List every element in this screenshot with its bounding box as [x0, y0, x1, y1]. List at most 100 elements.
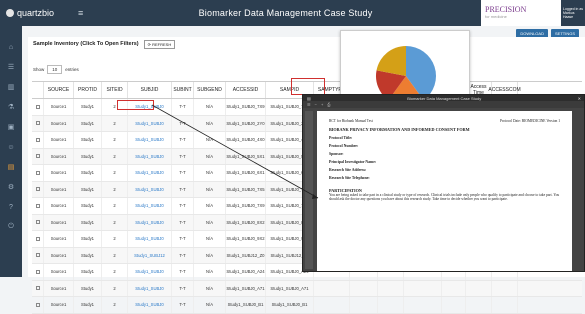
row-checkbox[interactable]	[35, 220, 40, 225]
column-header[interactable]: SUBINT	[172, 82, 194, 98]
cell-subjid[interactable]: Study1_SUBJ0	[128, 280, 172, 296]
select-all-header[interactable]	[32, 82, 44, 98]
row-checkbox[interactable]	[35, 253, 40, 258]
table-row[interactable]: Source1 Study1 2 Study1_SUBJ0 T-T N/A Study1_S…	[32, 280, 582, 297]
power-icon[interactable]: ⏻	[0, 220, 22, 234]
users-icon[interactable]: ☺	[0, 140, 22, 154]
cell-subjid[interactable]: Study1_SUBJ0	[128, 231, 172, 247]
table-row[interactable]: Source1 Study1 2 Study1_SUBJ0 T-T N/A Study1_S…	[32, 297, 582, 314]
viewer-title-bar: ▤ Biomarker Data Management Case Study ✕	[303, 95, 584, 101]
viewer-thumbnail-strip[interactable]	[305, 111, 313, 269]
cell-siteid: 2	[102, 297, 128, 313]
help-icon[interactable]: ?	[0, 200, 22, 214]
row-checkbox[interactable]	[35, 286, 40, 291]
cell-protid: Study1	[74, 198, 102, 214]
zoom-out-icon[interactable]: −	[315, 102, 317, 107]
user-info[interactable]: Logged in as Markus Haase	[561, 7, 585, 19]
cell-subjid[interactable]: Study1_SUBJ0	[128, 264, 172, 280]
cell-subjid[interactable]: Study1_SUBJ0	[128, 99, 172, 115]
cell-accessid: Study1_SUBJ0_7X9	[226, 198, 266, 214]
gear-icon[interactable]: ⚙	[0, 180, 22, 194]
cell-subjid[interactable]: Study1_SUBJ0	[128, 132, 172, 148]
column-header[interactable]: ACCESSID	[226, 82, 266, 98]
logo[interactable]: quartzbio	[0, 0, 70, 26]
cell-subgend: N/A	[194, 165, 226, 181]
chart-icon[interactable]: ▥	[0, 80, 22, 94]
cell-subint: T-T	[172, 214, 194, 230]
cell-siteid: 2	[102, 115, 128, 131]
row-select-cell	[32, 148, 44, 164]
row-checkbox[interactable]	[35, 121, 40, 126]
row-checkbox[interactable]	[35, 137, 40, 142]
logo-text: quartzbio	[17, 8, 55, 18]
column-header[interactable]: SUBJID	[128, 82, 172, 98]
print-icon[interactable]: ⎙	[327, 102, 330, 107]
cell-subint: T-T	[172, 132, 194, 148]
cell-subint: T-T	[172, 280, 194, 296]
column-header[interactable]: SITEID	[102, 82, 128, 98]
row-checkbox[interactable]	[35, 154, 40, 159]
doc-header: RCT for Biobank Manual Test Protocol Dat…	[329, 119, 560, 124]
cell-subjid[interactable]: Study1_SUBJ0	[128, 198, 172, 214]
doc-icon[interactable]: ▤	[0, 160, 22, 174]
cell-subgend: N/A	[194, 99, 226, 115]
panel-header: Sample Inventory (Click To Open Filters)…	[28, 37, 585, 51]
cell-source: Source1	[44, 247, 74, 263]
doc-field-label: Principal Investigator Name:	[329, 159, 377, 164]
row-checkbox[interactable]	[35, 104, 40, 109]
doc-field-label: Protocol Title:	[329, 135, 353, 140]
column-header[interactable]: PROTID	[74, 82, 102, 98]
cell-siteid: 2	[102, 165, 128, 181]
sidebar-toggle-icon[interactable]: ☰	[307, 102, 311, 107]
row-checkbox[interactable]	[35, 269, 40, 274]
cell-samptype	[314, 297, 350, 313]
cell-subjid[interactable]: Study1_SUBJ0	[128, 148, 172, 164]
viewer-title: Biomarker Data Management Case Study	[407, 95, 482, 101]
entries-control: Show 10 entries	[33, 65, 79, 74]
cell-subjid[interactable]: Study1_SUBJ0	[128, 165, 172, 181]
hamburger-menu-icon[interactable]: ≡	[78, 8, 90, 18]
cell-subjid[interactable]: Study1_SUBJ12	[128, 247, 172, 263]
cell-siteid: 2	[102, 214, 128, 230]
cell-atime	[466, 297, 492, 313]
row-checkbox[interactable]	[35, 170, 40, 175]
cell-subjid[interactable]: Study1_SUBJ0	[128, 297, 172, 313]
row-checkbox[interactable]	[35, 302, 40, 307]
cell-ctime	[378, 297, 404, 313]
cell-subint: T-T	[172, 115, 194, 131]
row-checkbox[interactable]	[35, 187, 40, 192]
cell-accessid: Study1_SUBJ0_2Y0	[226, 115, 266, 131]
row-select-cell	[32, 132, 44, 148]
box-icon[interactable]: ▣	[0, 120, 22, 134]
cell-parent	[404, 297, 442, 313]
close-icon[interactable]: ✕	[578, 96, 584, 101]
cell-subgend: N/A	[194, 115, 226, 131]
cell-ctime	[378, 280, 404, 296]
top-bar: quartzbio ≡ Biomarker Data Management Ca…	[0, 0, 585, 26]
entries-label: entries	[65, 67, 79, 72]
cell-subjid[interactable]: Study1_SUBJ0	[128, 214, 172, 230]
cell-samptype	[314, 280, 350, 296]
column-header[interactable]: SUBGEND	[194, 82, 226, 98]
cell-protid: Study1	[74, 99, 102, 115]
column-header[interactable]: SOURCE	[44, 82, 74, 98]
cell-subjid[interactable]: Study1_SUBJ0	[128, 181, 172, 197]
cell-siteid: 2	[102, 280, 128, 296]
cell-acom	[492, 297, 518, 313]
entries-select[interactable]: 10	[47, 65, 63, 74]
row-checkbox[interactable]	[35, 236, 40, 241]
cell-subjid[interactable]: Study1_SUBJ0	[128, 115, 172, 131]
document-page: RCT for Biobank Manual Test Protocol Dat…	[317, 111, 572, 271]
cell-subint: T-T	[172, 297, 194, 313]
viewer-toolbar: ☰ − + ⎙	[303, 101, 584, 108]
home-icon[interactable]: ⌂	[0, 40, 22, 54]
row-select-cell	[32, 165, 44, 181]
flask-icon[interactable]: ⚗	[0, 100, 22, 114]
panel-title[interactable]: Sample Inventory (Click To Open Filters)	[33, 41, 139, 47]
doc-fields: Protocol Title: Protocol Number: Sponsor: P…	[329, 136, 560, 180]
zoom-in-icon[interactable]: +	[321, 102, 323, 107]
refresh-button[interactable]: ⟳ REFRESH	[143, 39, 176, 49]
list-icon[interactable]: ☰	[0, 60, 22, 74]
cell-subint: T-T	[172, 99, 194, 115]
row-checkbox[interactable]	[35, 203, 40, 208]
